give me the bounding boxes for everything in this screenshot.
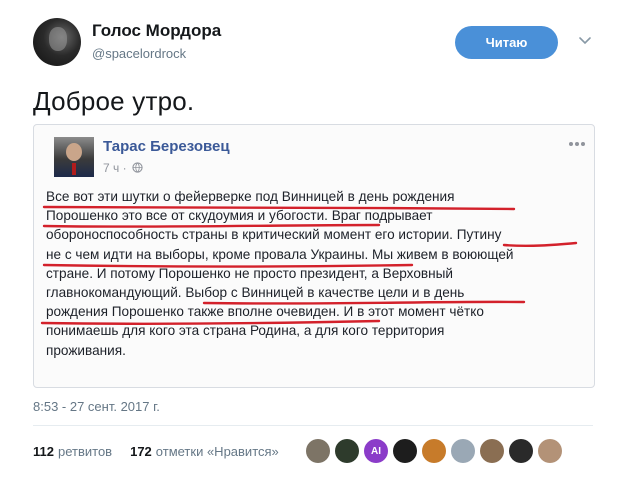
- post-line: проживания.: [46, 342, 126, 358]
- liker-avatar[interactable]: [451, 439, 475, 463]
- avatar-head: [66, 143, 82, 161]
- post-line: не с чем идти на выборы, кроме провала У…: [46, 246, 514, 262]
- liker-avatar[interactable]: [480, 439, 504, 463]
- post-body: Все вот эти шутки о фейерверке под Винни…: [46, 187, 586, 360]
- post-line: рождения Порошенко также вполне очевиден…: [46, 304, 484, 320]
- tweet-stats: 112 ретвитов 172 отметки «Нравится»: [33, 444, 279, 459]
- retweets-stat[interactable]: 112 ретвитов: [33, 444, 112, 459]
- post-line: обороноспособность страны в критический …: [46, 227, 502, 243]
- divider: [33, 425, 593, 426]
- post-line: Все вот эти шутки о фейерверке под Винни…: [46, 189, 455, 204]
- likes-stat[interactable]: 172 отметки «Нравится»: [130, 444, 279, 459]
- chevron-down-icon[interactable]: [578, 33, 592, 47]
- retweets-label: ретвитов: [57, 444, 113, 459]
- follow-button[interactable]: Читаю: [455, 26, 558, 59]
- author-name[interactable]: Голос Мордора: [92, 21, 221, 41]
- liker-avatar[interactable]: [422, 439, 446, 463]
- post-author-name[interactable]: Тарас Березовец: [103, 138, 230, 155]
- globe-icon: [132, 162, 143, 173]
- liker-avatar[interactable]: [393, 439, 417, 463]
- post-author-avatar[interactable]: [54, 137, 94, 177]
- author-avatar[interactable]: [33, 18, 81, 66]
- retweets-count: 112: [33, 444, 54, 459]
- liker-avatar[interactable]: [335, 439, 359, 463]
- post-line: стране. И потому Порошенко не просто пре…: [46, 265, 453, 281]
- liker-avatar[interactable]: [306, 439, 330, 463]
- post-line: Порошенко это все от скудоумия и убогост…: [46, 208, 433, 224]
- author-handle[interactable]: @spacelordrock: [92, 46, 186, 61]
- tweet-text: Доброе утро.: [33, 86, 195, 116]
- liker-avatar[interactable]: [538, 439, 562, 463]
- tweet-timestamp[interactable]: 8:53 - 27 сент. 2017 г.: [33, 399, 160, 414]
- likes-label: отметки «Нравится»: [155, 444, 279, 459]
- liker-avatar[interactable]: [509, 439, 533, 463]
- post-line: главнокомандующий. Выбор с Винницей в ка…: [46, 285, 465, 301]
- more-options-icon[interactable]: [568, 141, 586, 147]
- likers-avatars: AI: [306, 439, 562, 463]
- liker-avatar[interactable]: AI: [364, 439, 388, 463]
- avatar-tie: [72, 163, 76, 175]
- post-time[interactable]: 7 ч ·: [103, 161, 127, 175]
- embedded-post[interactable]: Тарас Березовец 7 ч · Все вот эти шутки …: [33, 124, 595, 388]
- post-line: понимаешь для кого эта страна Родина, а …: [46, 323, 445, 339]
- likes-count: 172: [130, 444, 152, 459]
- avatar-face: [49, 27, 67, 51]
